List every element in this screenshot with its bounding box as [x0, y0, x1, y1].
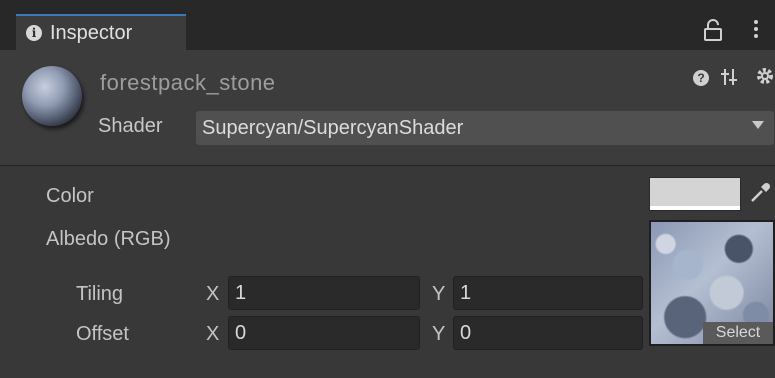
material-name: forestpack_stone — [100, 70, 276, 95]
tab-inspector[interactable]: i Inspector — [16, 14, 186, 50]
offset-x-field[interactable]: 0 — [228, 316, 420, 350]
tiling-label: Tiling — [76, 283, 124, 305]
preset-sliders-icon[interactable] — [719, 66, 739, 88]
help-icon[interactable]: ? — [693, 70, 709, 86]
tiling-y-field[interactable]: 1 — [453, 276, 643, 310]
offset-y-field[interactable]: 0 — [453, 316, 643, 350]
color-swatch[interactable] — [649, 177, 741, 211]
shader-label: Shader — [98, 115, 163, 137]
offset-x-value: 0 — [235, 321, 247, 344]
tiling-x-field[interactable]: 1 — [228, 276, 420, 310]
tiling-x-axis-label[interactable]: X — [206, 283, 219, 306]
material-preview-sphere — [22, 66, 82, 126]
offset-label: Offset — [76, 323, 129, 345]
tiling-y-axis-label[interactable]: Y — [432, 283, 445, 306]
eyedropper-icon[interactable] — [748, 181, 772, 205]
offset-x-axis-label[interactable]: X — [206, 323, 219, 346]
info-icon: i — [26, 25, 42, 41]
shader-dropdown[interactable]: Supercyan/SupercyanShader — [196, 111, 774, 145]
tiling-x-value: 1 — [235, 281, 247, 304]
shader-value: Supercyan/SupercyanShader — [202, 116, 464, 139]
tab-label: Inspector — [50, 21, 133, 44]
texture-select-button[interactable]: Select — [703, 322, 773, 344]
color-label: Color — [46, 185, 94, 207]
offset-y-value: 0 — [460, 321, 472, 344]
gear-icon[interactable] — [754, 65, 775, 87]
tiling-y-value: 1 — [460, 281, 472, 304]
vertical-ellipsis-icon[interactable] — [748, 16, 764, 42]
albedo-label: Albedo (RGB) — [46, 228, 171, 250]
lock-icon[interactable] — [702, 18, 724, 42]
offset-y-axis-label[interactable]: Y — [432, 323, 445, 346]
material-header — [0, 50, 775, 166]
chevron-down-icon[interactable] — [752, 121, 764, 129]
